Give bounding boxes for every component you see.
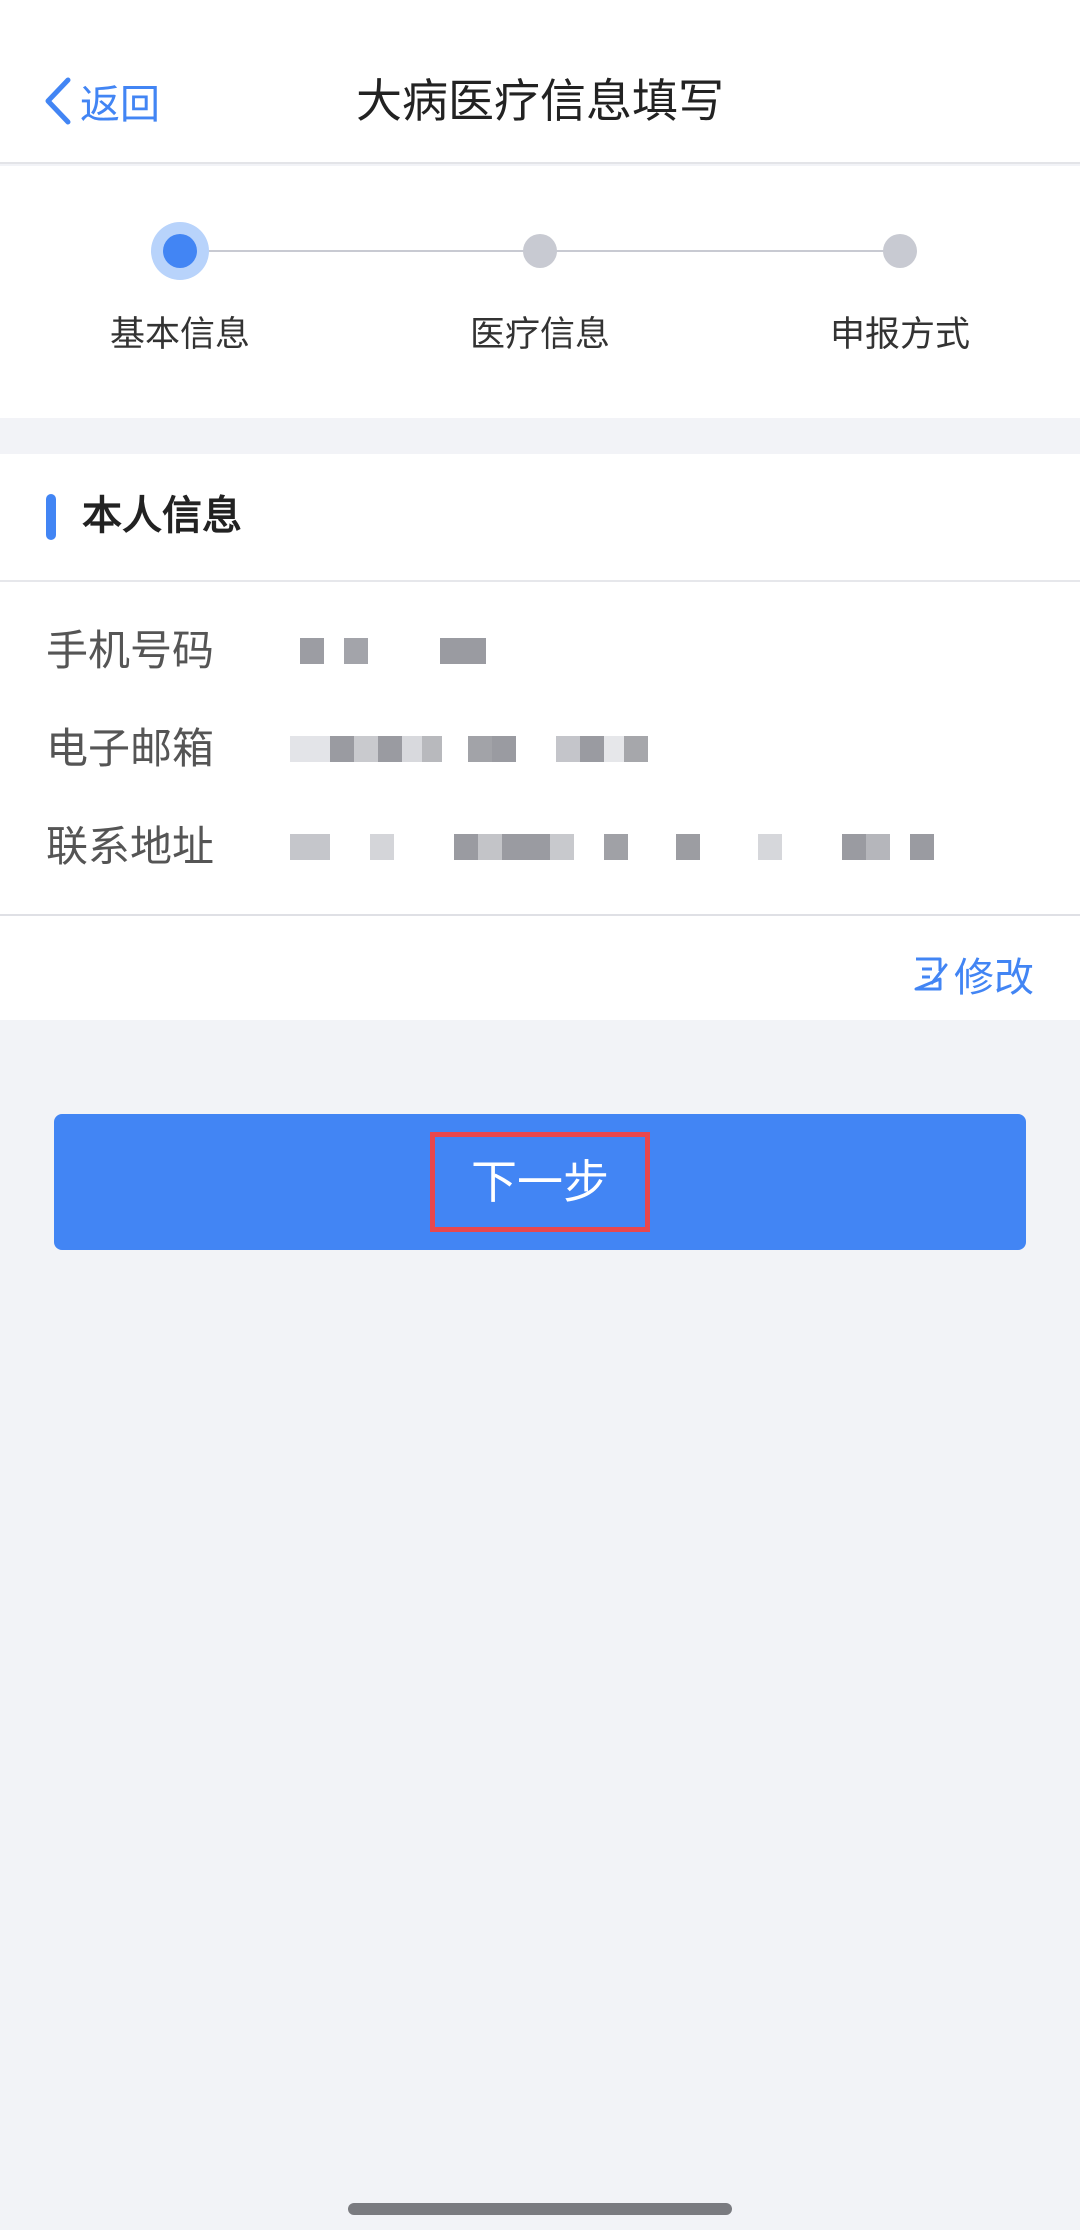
card-divider <box>0 914 1080 916</box>
step-dot-medical-info <box>523 234 557 268</box>
edit-icon <box>914 957 948 991</box>
email-label: 电子邮箱 <box>46 724 215 773</box>
address-value-redacted <box>290 802 934 892</box>
next-step-button[interactable]: 下一步 <box>54 1114 1026 1250</box>
step-label-medical-info: 医疗信息 <box>469 315 610 355</box>
edit-button[interactable]: 修改 <box>912 944 1034 1004</box>
next-step-label: 下一步 <box>430 1132 650 1232</box>
edit-label: 修改 <box>954 955 1034 1001</box>
progress-stepper: 基本信息 医疗信息 申报方式 <box>0 166 1080 418</box>
home-indicator[interactable] <box>348 2203 732 2215</box>
email-value-redacted <box>290 704 648 794</box>
address-label: 联系地址 <box>46 822 215 871</box>
phone-value-redacted <box>300 606 486 696</box>
address-row: 联系地址 <box>0 802 1080 892</box>
step-dot-basic-info <box>151 222 209 280</box>
card-header: 本人信息 <box>0 454 1080 582</box>
step-label-basic-info: 基本信息 <box>109 315 250 355</box>
step-label-declaration-method: 申报方式 <box>829 315 970 355</box>
personal-info-card: 本人信息 手机号码 电子邮箱 联系地址 修改 <box>0 454 1080 1020</box>
step-connector-2 <box>540 250 900 252</box>
step-connector-1 <box>180 250 540 252</box>
page: 返回 大病医疗信息填写 基本信息 医疗信息 申报方式 本人信息 手机号码 电子邮… <box>0 0 1080 2230</box>
page-title: 大病医疗信息填写 <box>356 74 724 128</box>
navbar: 返回 大病医疗信息填写 <box>0 0 1080 164</box>
step-dot-declaration-method <box>883 234 917 268</box>
section-accent-bar <box>46 494 56 540</box>
phone-label: 手机号码 <box>46 626 215 675</box>
email-row: 电子邮箱 <box>0 704 1080 794</box>
phone-row: 手机号码 <box>0 606 1080 696</box>
section-title: 本人信息 <box>82 493 242 539</box>
